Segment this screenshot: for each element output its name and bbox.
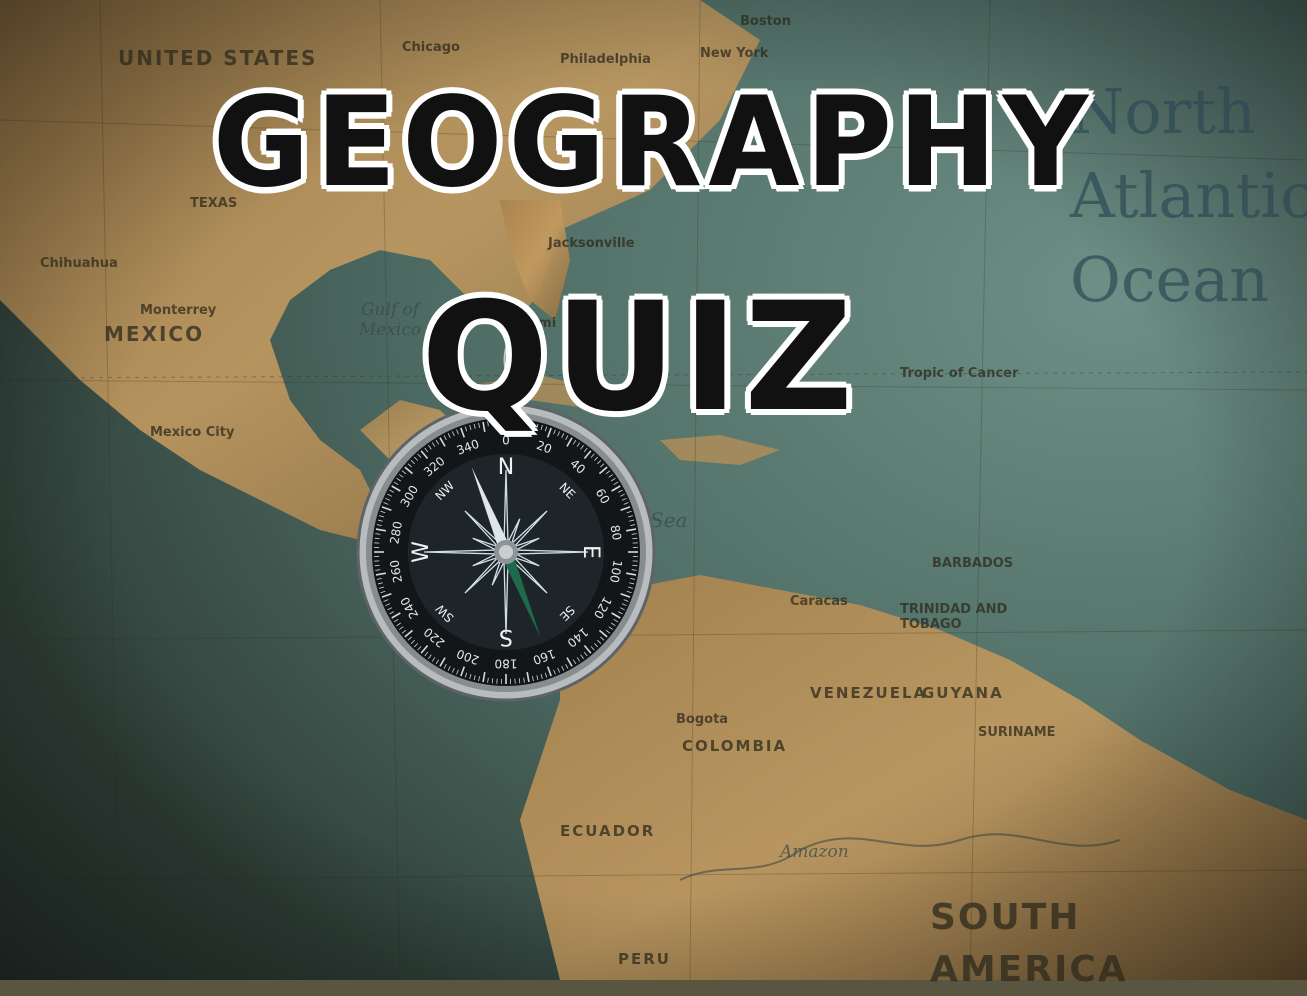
compass-direction-label: W <box>409 541 434 563</box>
label-mexico-city: Mexico City <box>150 425 234 440</box>
label-guyana: GUYANA <box>922 684 1004 702</box>
compass-tick <box>492 678 493 683</box>
compass-degree-label: 180 <box>495 657 518 671</box>
label-boston: Boston <box>740 14 791 29</box>
label-peru: PERU <box>618 950 671 968</box>
label-colombia: COLOMBIA <box>682 737 787 755</box>
label-barbados: BARBADOS <box>932 556 1013 571</box>
label-trinidad-and-tobago: TRINIDAD AND TOBAGO <box>900 602 1010 632</box>
compass-direction-label: E <box>578 545 603 559</box>
label-mexico: MEXICO <box>104 322 204 346</box>
label-jacksonville: Jacksonville <box>548 236 635 251</box>
compass-tick <box>632 565 637 566</box>
label-south-america: SOUTH AMERICA <box>930 892 1100 996</box>
label-bogota: Bogota <box>676 712 728 727</box>
label-venezuela: VENEZUELA <box>810 684 927 702</box>
label-caracas: Caracas <box>790 594 848 609</box>
compass-tick <box>375 538 380 539</box>
quiz-cover-image: UNITED STATES MEXICO Gulf of Mexico Mexi… <box>0 0 1307 980</box>
compass-direction-label: N <box>498 455 514 480</box>
compass-tick <box>519 678 520 683</box>
quiz-title-line2: QUIZ <box>240 268 1040 448</box>
compass-degree-label: 80 <box>608 524 624 541</box>
label-suriname: SURINAME <box>978 725 1056 740</box>
label-chicago: Chicago <box>402 40 460 55</box>
label-ecuador: ECUADOR <box>560 822 655 840</box>
compass-tick <box>375 565 380 566</box>
label-monterrey: Monterrey <box>140 303 216 318</box>
label-chihuahua: Chihuahua <box>40 256 118 271</box>
compass-tick <box>632 538 637 539</box>
label-amazon: Amazon <box>780 842 849 862</box>
quiz-title-line1: GEOGRAPHY <box>0 58 1307 226</box>
compass-direction-label: S <box>499 624 513 649</box>
